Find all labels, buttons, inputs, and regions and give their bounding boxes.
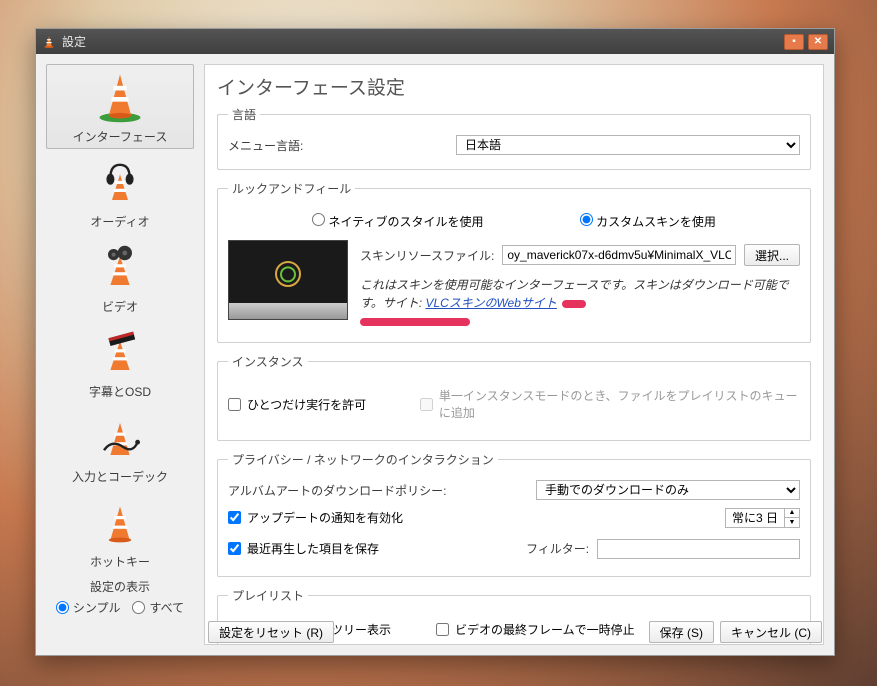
- instance-group: インスタンス ひとつだけ実行を許可 単一インスタンスモードのとき、ファイルをプレ…: [217, 353, 811, 441]
- enqueue-checkbox: 単一インスタンスモードのとき、ファイルをプレイリストのキューに追加: [420, 387, 800, 421]
- save-button[interactable]: 保存 (S): [649, 621, 714, 643]
- albumart-select[interactable]: 手動でのダウンロードのみ: [536, 480, 800, 500]
- update-notify-checkbox[interactable]: アップデートの通知を有効化: [228, 509, 717, 526]
- category-list: インターフェース オーディオ ビデオ: [46, 64, 194, 574]
- content-area: インターフェース オーディオ ビデオ: [36, 54, 834, 655]
- skin-file-label: スキンリソースファイル:: [360, 247, 494, 264]
- settings-window: 設定 ▪ ✕ インターフェース オーディオ: [35, 28, 835, 656]
- cable-cone-icon: [96, 409, 144, 465]
- footer-buttons: 設定をリセット (R) 保存 (S) キャンセル (C): [208, 621, 822, 643]
- app-icon: [42, 35, 56, 49]
- instance-legend: インスタンス: [228, 353, 308, 370]
- filter-label: フィルター:: [526, 540, 589, 557]
- sidebar-item-label: インターフェース: [73, 128, 168, 145]
- sidebar-item-interface[interactable]: インターフェース: [46, 64, 194, 149]
- menu-language-label: メニュー言語:: [228, 137, 448, 154]
- window-title: 設定: [62, 33, 780, 50]
- cone-icon: [92, 69, 148, 125]
- skin-info-text: これはスキンを使用可能なインターフェースです。スキンはダウンロード可能です。サイ…: [360, 276, 800, 312]
- sidebar-item-hotkeys[interactable]: ホットキー: [46, 489, 194, 574]
- albumart-label: アルバムアートのダウンロードポリシー:: [228, 482, 528, 499]
- film-cone-icon: [96, 239, 144, 295]
- sidebar-item-label: オーディオ: [90, 213, 149, 230]
- custom-skin-radio[interactable]: カスタムスキンを使用: [580, 213, 716, 230]
- skin-preview: [228, 240, 348, 320]
- view-toggle: 設定の表示 シンプル すべて: [46, 578, 194, 620]
- menu-language-select[interactable]: 日本語: [456, 135, 800, 155]
- privacy-group: プライバシー / ネットワークのインタラクション アルバムアートのダウンロードポ…: [217, 451, 811, 577]
- vlc-skins-link[interactable]: VLCスキンのWebサイト: [425, 296, 556, 310]
- language-group: 言語 メニュー言語: 日本語: [217, 106, 811, 170]
- view-all-radio[interactable]: すべて: [132, 599, 184, 616]
- titlebar: 設定 ▪ ✕: [36, 29, 834, 54]
- page-title: インターフェース設定: [217, 73, 811, 100]
- cone-icon: [96, 494, 144, 550]
- main-panel: インターフェース設定 言語 メニュー言語: 日本語 ルックアンドフィール ネイテ…: [204, 64, 824, 645]
- clapper-cone-icon: [96, 324, 144, 380]
- headphones-cone-icon: [96, 154, 144, 210]
- playlist-legend: プレイリスト: [228, 587, 308, 604]
- update-frequency-value: 常に3 日: [726, 509, 784, 526]
- look-and-feel-group: ルックアンドフィール ネイティブのスタイルを使用 カスタムスキンを使用 スキンリ…: [217, 180, 811, 343]
- cancel-button[interactable]: キャンセル (C): [720, 621, 822, 643]
- save-recent-checkbox[interactable]: 最近再生した項目を保存: [228, 540, 518, 557]
- sidebar: インターフェース オーディオ ビデオ: [46, 64, 194, 645]
- privacy-legend: プライバシー / ネットワークのインタラクション: [228, 451, 498, 468]
- spin-up-button[interactable]: ▲: [785, 509, 799, 518]
- single-instance-checkbox[interactable]: ひとつだけ実行を許可: [228, 396, 412, 413]
- native-style-radio[interactable]: ネイティブのスタイルを使用: [312, 213, 483, 230]
- filter-input[interactable]: [597, 539, 800, 559]
- look-legend: ルックアンドフィール: [228, 180, 355, 197]
- sidebar-item-video[interactable]: ビデオ: [46, 234, 194, 319]
- skin-file-input[interactable]: [502, 245, 736, 265]
- view-toggle-label: 設定の表示: [46, 578, 194, 595]
- sidebar-item-label: 入力とコーデック: [72, 468, 168, 485]
- sidebar-item-codec[interactable]: 入力とコーデック: [46, 404, 194, 489]
- close-button[interactable]: ✕: [808, 34, 828, 50]
- spin-down-button[interactable]: ▼: [785, 518, 799, 527]
- redaction-marker: [562, 300, 586, 308]
- minimize-button[interactable]: ▪: [784, 34, 804, 50]
- redaction-marker: [360, 318, 470, 326]
- language-legend: 言語: [228, 106, 260, 123]
- view-simple-radio[interactable]: シンプル: [56, 599, 121, 616]
- sidebar-item-label: 字幕とOSD: [89, 383, 151, 400]
- reset-button[interactable]: 設定をリセット (R): [208, 621, 334, 643]
- sidebar-item-audio[interactable]: オーディオ: [46, 149, 194, 234]
- sidebar-item-label: ビデオ: [102, 298, 138, 315]
- sidebar-item-label: ホットキー: [90, 553, 150, 570]
- choose-skin-button[interactable]: 選択...: [744, 244, 800, 266]
- sidebar-item-subtitles[interactable]: 字幕とOSD: [46, 319, 194, 404]
